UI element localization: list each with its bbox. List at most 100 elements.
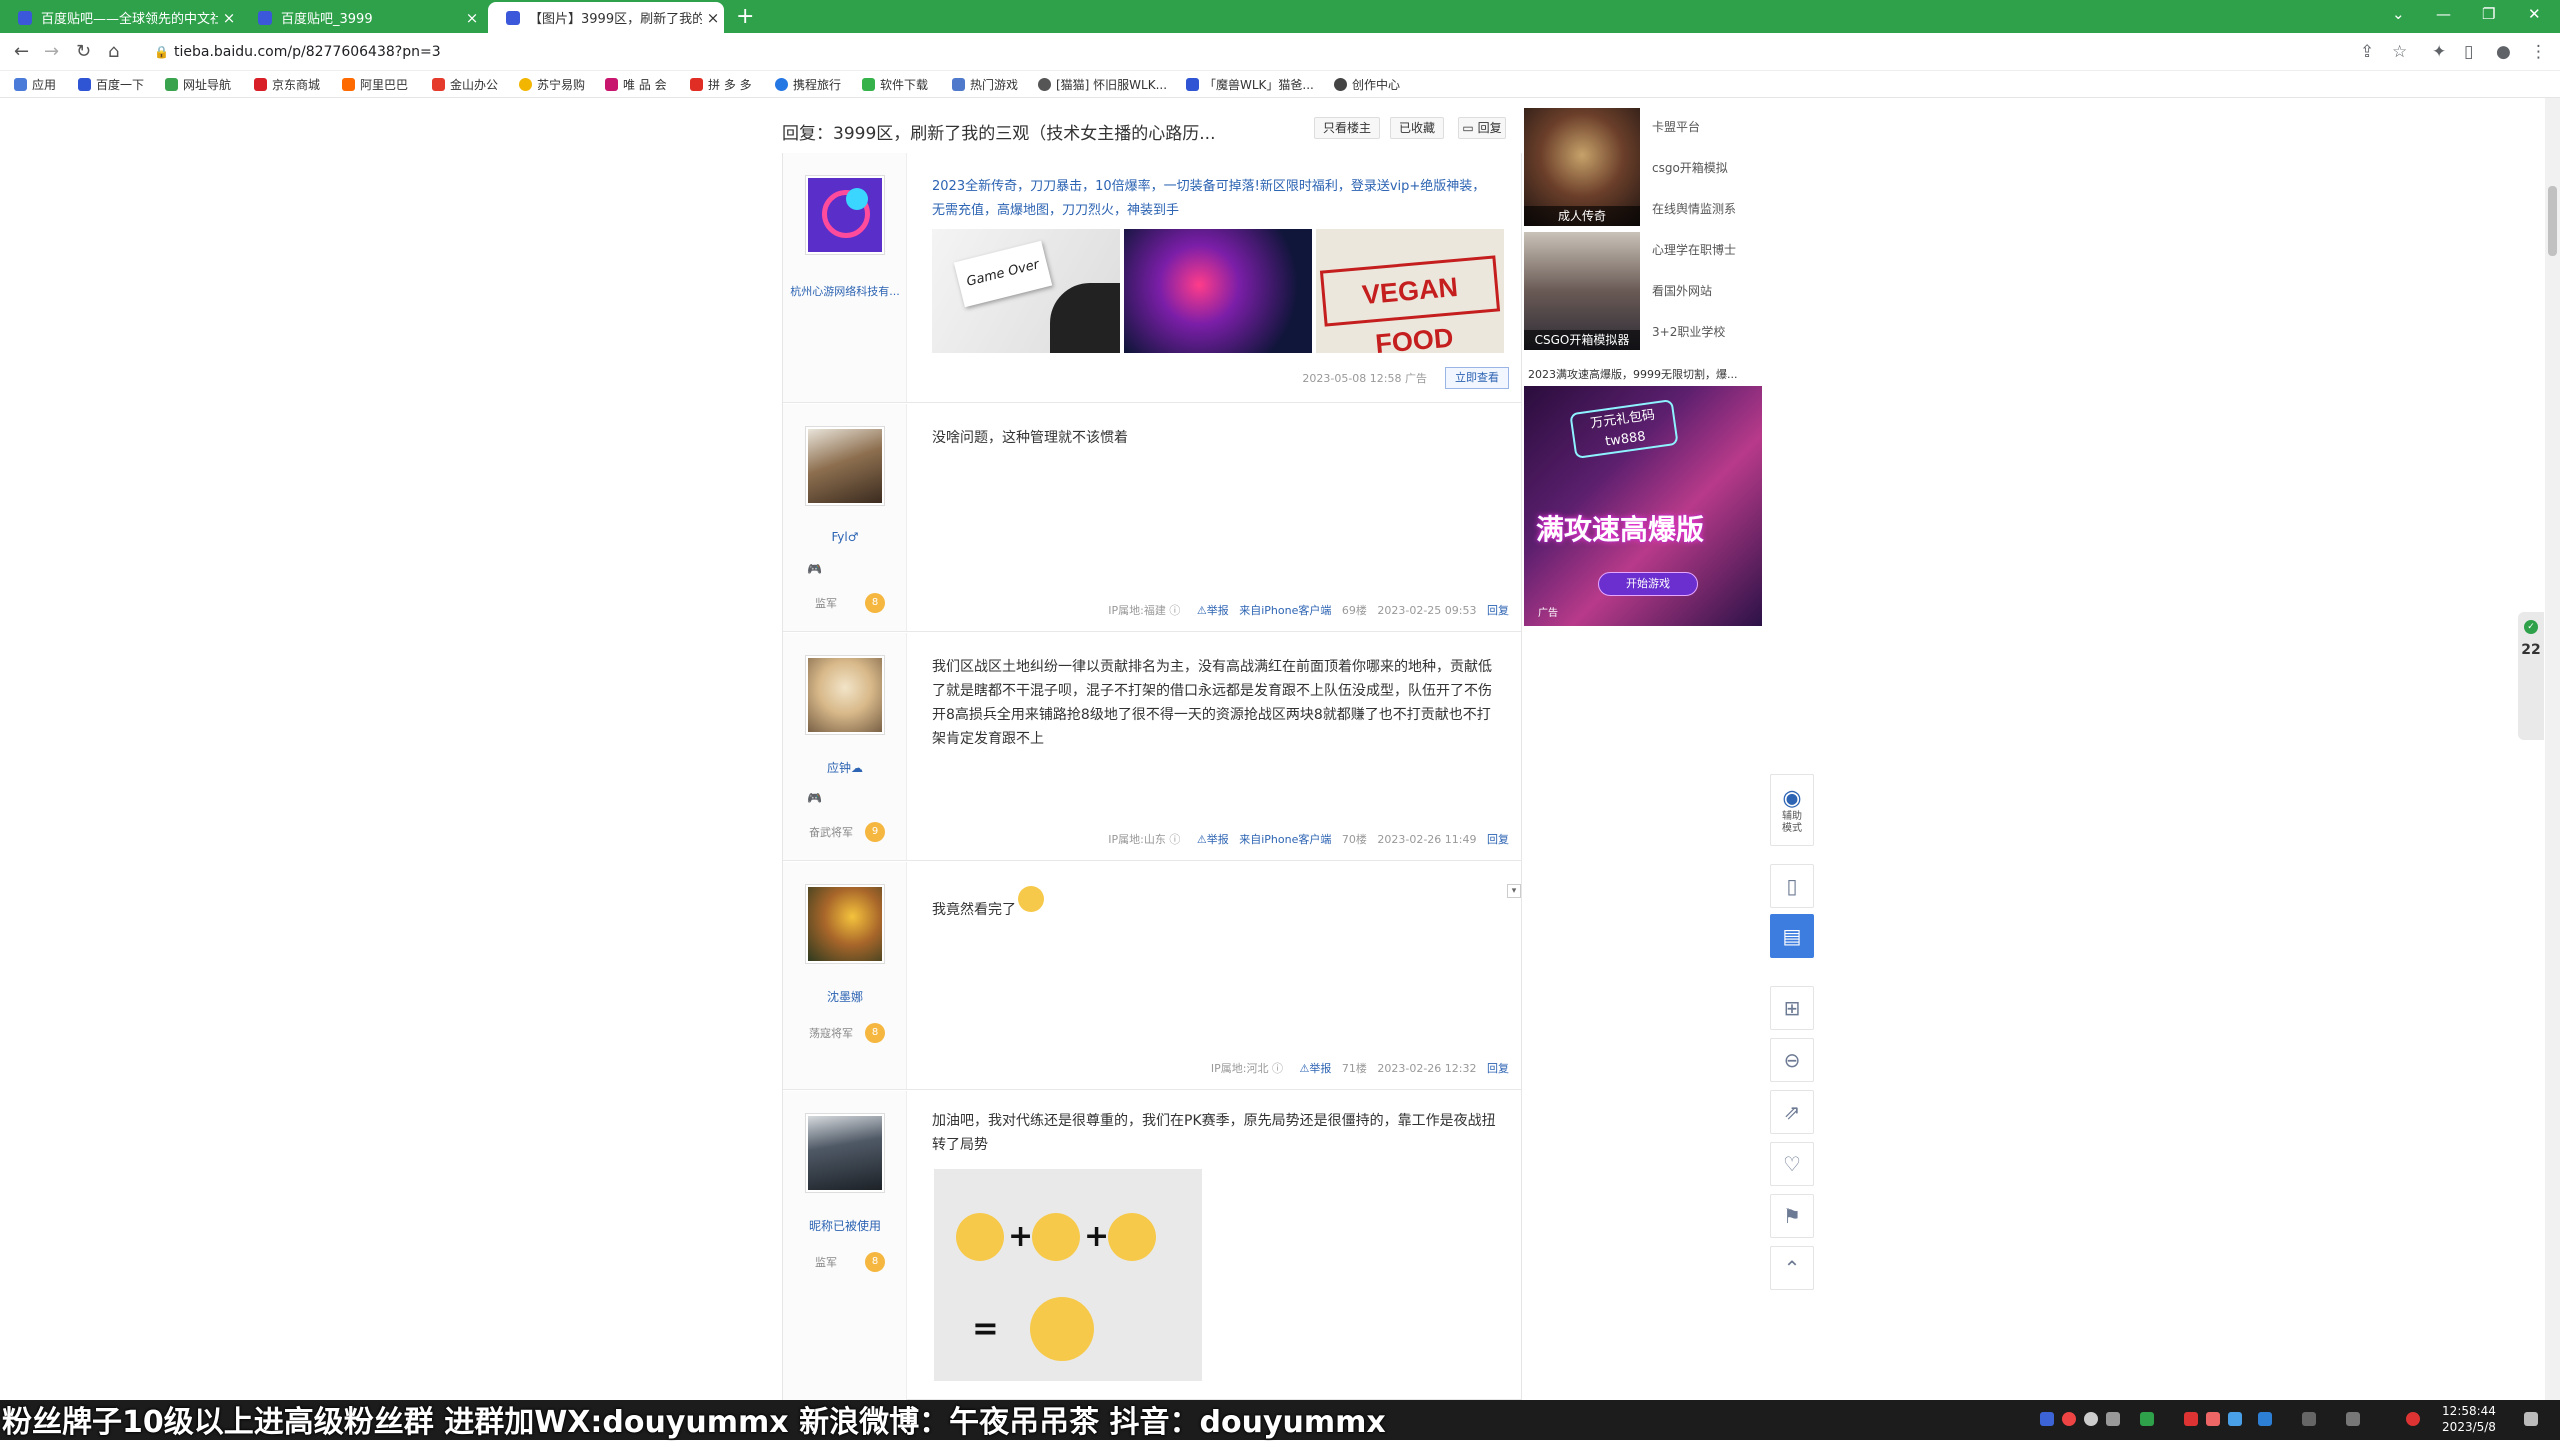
client-source[interactable]: 来自iPhone客户端 [1239,833,1331,846]
tray-shield-icon[interactable] [2040,1412,2054,1426]
scrollbar-thumb[interactable] [2548,186,2557,256]
username[interactable]: 沈墨娜 [783,988,907,1005]
bookmark-item[interactable]: 拼 多 多 [690,76,752,93]
bluetooth-icon[interactable] [2258,1412,2272,1426]
minimize-button[interactable]: — [2436,5,2451,23]
username[interactable]: 应钟☁ [783,759,907,776]
close-icon[interactable]: × [461,9,483,27]
comment-icon[interactable]: ▤ [1770,914,1814,958]
bookmark-item[interactable]: 「魔兽WLK」猫爸... [1186,76,1314,93]
ad-link[interactable]: 看国外网站 [1652,282,1712,299]
ad-link[interactable]: csgo开箱模拟 [1652,159,1728,176]
collapse-icon[interactable]: ▾ [1507,884,1521,898]
bookmark-item[interactable]: 热门游戏 [952,76,1018,93]
bookmark-item[interactable]: 网址导航 [165,76,231,93]
tray-app-icon[interactable] [2184,1412,2198,1426]
notification-icon[interactable] [2524,1412,2538,1426]
reload-icon[interactable]: ↻ [76,41,91,62]
ime-icon[interactable] [2406,1412,2420,1426]
share-icon[interactable]: ⇪ [2360,42,2374,62]
client-source[interactable]: 来自iPhone客户端 [1239,604,1331,617]
restore-button[interactable]: ❐ [2482,5,2495,23]
bookmark-apps[interactable]: 应用 [14,76,56,93]
only-op-button[interactable]: 只看楼主 [1314,117,1380,139]
scrollbar[interactable] [2545,98,2560,1400]
back-icon[interactable]: ← [14,41,29,62]
close-icon[interactable]: × [702,9,724,27]
bookmark-item[interactable]: 创作中心 [1334,76,1400,93]
tray-app-icon[interactable] [2084,1412,2098,1426]
extensions-icon[interactable]: ✦ [2432,42,2446,62]
advertiser-name[interactable]: 杭州心游网络科技有... [783,283,907,299]
menu-icon[interactable]: ⋮ [2530,42,2547,62]
robot-icon[interactable]: ⊖ [1770,1038,1814,1082]
report-link[interactable]: ⚠举报 [1197,604,1229,617]
back-to-top-icon[interactable]: ⌃ [1770,1246,1814,1290]
bookmark-item[interactable]: 唯 品 会 [605,76,667,93]
close-icon[interactable]: × [218,9,240,27]
star-icon[interactable]: ☆ [2392,42,2407,62]
ad-thumb-legend[interactable]: 成人传奇 [1524,108,1640,226]
tab-1[interactable]: 百度贴吧——全球领先的中文社 × [0,2,240,33]
home-icon[interactable]: ⌂ [108,41,119,62]
report-link[interactable]: ⚠举报 [1300,1062,1332,1075]
banner-ad[interactable]: 万元礼包码 tw888 满攻速高爆版 开始游戏 广告 [1524,386,1762,626]
tab-2[interactable]: 百度贴吧_3999 × [240,2,483,33]
ad-text[interactable]: 2023全新传奇，刀刀暴击，10倍爆率，一切装备可掉落!新区限时福利，登录送vi… [932,175,1492,223]
forward-icon[interactable]: → [44,41,59,62]
ad-link[interactable]: 卡盟平台 [1652,118,1700,135]
username[interactable]: Fyl♂ [783,530,907,544]
user-level[interactable]: 监军 8 [805,1251,885,1273]
bookmark-item[interactable]: 京东商城 [254,76,320,93]
user-level[interactable]: 监军 8 [805,592,885,614]
avatar[interactable] [805,1113,885,1193]
close-window-button[interactable]: ✕ [2528,5,2541,23]
start-game-button[interactable]: 开始游戏 [1598,572,1698,596]
user-level[interactable]: 荡寇将军 8 [805,1022,885,1044]
bookmark-item[interactable]: 阿里巴巴 [342,76,408,93]
ad-image-game-over[interactable]: Game Over [932,229,1120,353]
ad-link[interactable]: 在线舆情监测系 [1652,200,1736,217]
reply-link[interactable]: 回复 [1487,1062,1509,1075]
ad-link[interactable]: 心理学在职博士 [1652,241,1736,258]
bookmark-item[interactable]: 苏宁易购 [519,76,585,93]
report-icon[interactable]: ⚑ [1770,1194,1814,1238]
tray-app-icon[interactable] [2206,1412,2220,1426]
status-widget[interactable]: ✓ 22 [2518,612,2544,740]
reply-button[interactable]: ▭ 回复 [1458,117,1506,139]
tab-3[interactable]: 【图片】3999区，刷新了我的三 × [488,2,724,33]
reply-link[interactable]: 回复 [1487,604,1509,617]
gift-icon[interactable]: ⊞ [1770,986,1814,1030]
bookmark-item[interactable]: 金山办公 [432,76,498,93]
volume-icon[interactable] [2346,1412,2360,1426]
bookmark-item[interactable]: 携程旅行 [775,76,841,93]
tray-app-icon[interactable] [2106,1412,2120,1426]
avatar[interactable] [805,426,885,506]
banner-caption[interactable]: 2023满攻速高爆版，9999无限切割，爆... [1528,366,1758,382]
favorited-button[interactable]: 已收藏 [1390,117,1444,139]
assist-mode-button[interactable]: ◉ 辅助 模式 [1770,774,1814,846]
ad-thumb-csgo[interactable]: CSGO开箱模拟器 [1524,232,1640,350]
bookmark-item[interactable]: [猫猫] 怀旧服WLK... [1038,76,1167,93]
username[interactable]: 昵称已被使用 [783,1217,907,1234]
avatar[interactable] [805,175,885,255]
tray-app-icon[interactable] [2062,1412,2076,1426]
tab-search-icon[interactable]: ⌄ [2392,5,2405,23]
ad-image-controller[interactable] [1124,229,1312,353]
avatar[interactable] [805,655,885,735]
reply-link[interactable]: 回复 [1487,833,1509,846]
user-level[interactable]: 奋武将军 9 [805,821,885,843]
ad-cta-button[interactable]: 立即查看 [1445,367,1509,389]
tray-app-icon[interactable] [2228,1412,2242,1426]
new-tab-button[interactable]: + [736,4,754,30]
emoji-equation-image[interactable]: + + = [934,1169,1202,1381]
report-link[interactable]: ⚠举报 [1197,833,1229,846]
share-icon[interactable]: ⇗ [1770,1090,1814,1134]
ad-link[interactable]: 3+2职业学校 [1652,323,1725,340]
mobile-icon[interactable]: ▯ [1770,864,1814,908]
avatar[interactable] [805,884,885,964]
tray-app-icon[interactable] [2140,1412,2154,1426]
network-icon[interactable] [2302,1412,2316,1426]
sidepanel-icon[interactable]: ▯ [2464,42,2473,62]
profile-icon[interactable]: ● [2496,42,2511,62]
